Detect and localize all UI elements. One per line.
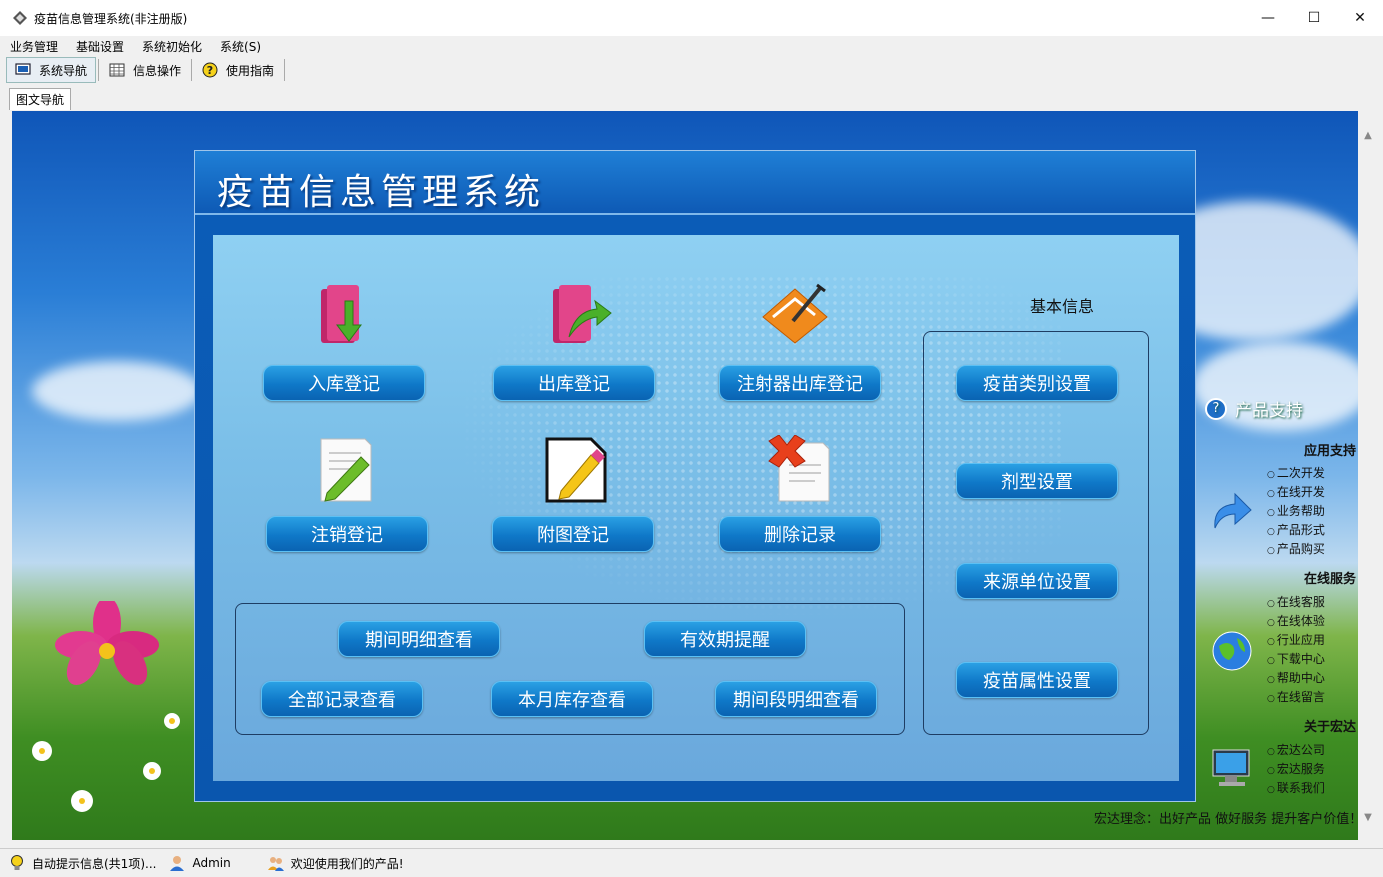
side-link[interactable]: 宏达服务 — [1267, 760, 1325, 777]
toolbar-separator — [191, 59, 193, 81]
expiry-reminder-button[interactable]: 有效期提醒 — [644, 621, 806, 657]
question-icon: ? — [1205, 397, 1227, 420]
close-button[interactable]: ✕ — [1337, 0, 1383, 36]
svg-text:?: ? — [207, 64, 213, 77]
outbound-register-button[interactable]: 出库登记 — [493, 365, 655, 401]
menu-business[interactable]: 业务管理 — [10, 38, 58, 55]
product-support-panel: ? 产品支持 应用支持 二次开发 在线开发 业务帮助 产品形式 产品购买 在线服… — [1195, 390, 1360, 830]
bulb-icon — [11, 855, 23, 870]
maximize-button[interactable]: ☐ — [1291, 0, 1337, 36]
side-link[interactable]: 行业应用 — [1267, 631, 1325, 648]
product-support-header: ? 产品支持 — [1205, 396, 1303, 421]
welcome-status: 欢迎使用我们的产品! — [267, 854, 404, 872]
vaccine-attribute-button[interactable]: 疫苗属性设置 — [956, 662, 1118, 698]
scroll-up-icon[interactable]: ▲ — [1360, 127, 1376, 143]
side-link[interactable]: 下载中心 — [1267, 650, 1325, 667]
online-service-title: 在线服务 — [1303, 572, 1356, 587]
user-guide-label: 使用指南 — [226, 63, 275, 78]
syringe-outbound-button[interactable]: 注射器出库登记 — [719, 365, 881, 401]
app-icon — [13, 11, 27, 25]
flower-decoration — [32, 601, 180, 812]
attach-image-icon — [545, 437, 607, 503]
help-icon: ? — [202, 62, 218, 78]
side-link[interactable]: 二次开发 — [1267, 464, 1325, 481]
arrow-icon — [1214, 492, 1252, 529]
menu-bar: 业务管理 基础设置 系统初始化 系统(S) — [0, 36, 1383, 56]
toolbar-separator — [98, 59, 100, 81]
user-icon — [170, 856, 185, 871]
side-link[interactable]: 在线体验 — [1267, 612, 1325, 629]
scroll-down-icon[interactable]: ▼ — [1360, 809, 1376, 825]
cloud — [32, 361, 202, 421]
product-support-title: 产品支持 — [1235, 401, 1303, 421]
vaccine-category-button[interactable]: 疫苗类别设置 — [956, 365, 1118, 401]
dosage-form-button[interactable]: 剂型设置 — [956, 463, 1118, 499]
syringe-outbound-icon — [762, 283, 828, 344]
tab-graphic-nav[interactable]: 图文导航 — [9, 88, 72, 110]
cancel-register-button[interactable]: 注销登记 — [266, 516, 428, 552]
side-link[interactable]: 在线客服 — [1267, 593, 1325, 610]
side-link[interactable]: 联系我们 — [1267, 779, 1325, 796]
basic-info-title: 基本信息 — [1029, 297, 1094, 316]
inbound-register-button[interactable]: 入库登记 — [263, 365, 425, 401]
all-records-button[interactable]: 全部记录查看 — [261, 681, 423, 717]
computer-icon — [1212, 749, 1250, 786]
delete-record-button[interactable]: 删除记录 — [719, 516, 881, 552]
people-icon — [267, 857, 284, 871]
user-status: Admin — [168, 854, 231, 872]
toolbar: 系统导航 信息操作 ? 使用指南 — [0, 56, 1383, 84]
system-nav-label: 系统导航 — [39, 63, 88, 78]
tab-row: 图文导航 — [0, 86, 1383, 110]
inbound-folder-icon — [321, 285, 362, 343]
title-bar: 疫苗信息管理系统(非注册版) — ☐ ✕ — [0, 0, 1383, 36]
window-title: 疫苗信息管理系统(非注册版) — [34, 11, 188, 26]
globe-icon — [1212, 631, 1252, 671]
system-nav-button[interactable]: 系统导航 — [6, 57, 97, 83]
menu-basic-settings[interactable]: 基础设置 — [76, 38, 124, 55]
side-link[interactable]: 在线开发 — [1267, 483, 1325, 500]
side-link[interactable]: 在线留言 — [1267, 688, 1325, 705]
info-operation-label: 信息操作 — [133, 63, 182, 78]
side-link[interactable]: 宏达公司 — [1267, 741, 1325, 758]
user-name: Admin — [192, 856, 231, 870]
side-link[interactable]: 产品形式 — [1267, 521, 1325, 538]
about-title: 关于宏达 — [1303, 720, 1356, 735]
slogan-ticker: 宏达理念：出好产品 做好服务 提升客户价值！ — [1094, 812, 1363, 827]
side-link[interactable]: 产品购买 — [1267, 540, 1325, 557]
side-link[interactable]: 业务帮助 — [1267, 502, 1325, 519]
attach-image-button[interactable]: 附图登记 — [492, 516, 654, 552]
menu-init[interactable]: 系统初始化 — [142, 38, 202, 55]
user-guide-button[interactable]: ? 使用指南 — [194, 57, 282, 83]
period-range-detail-button[interactable]: 期间段明细查看 — [715, 681, 877, 717]
monthly-stock-button[interactable]: 本月库存查看 — [491, 681, 653, 717]
panel-title: 疫苗信息管理系统 — [217, 172, 546, 213]
side-link[interactable]: 帮助中心 — [1267, 669, 1325, 686]
grid-icon — [109, 63, 125, 77]
minimize-button[interactable]: — — [1245, 0, 1291, 36]
period-detail-button[interactable]: 期间明细查看 — [338, 621, 500, 657]
info-operation-button[interactable]: 信息操作 — [101, 57, 189, 83]
delete-record-icon — [768, 435, 830, 502]
app-support-title: 应用支持 — [1303, 444, 1356, 459]
main-panel: 疫苗信息管理系统 入库登记 出库登记 注射器出库登记 注销登记 附图登记 删除记… — [194, 150, 1196, 802]
vertical-scrollbar[interactable]: ▲ ▼ — [1358, 111, 1378, 840]
auto-hint-text: 自动提示信息(共1项)... — [32, 856, 157, 871]
source-unit-button[interactable]: 来源单位设置 — [956, 563, 1118, 599]
panel-header: 疫苗信息管理系统 — [195, 151, 1195, 215]
cancel-register-icon — [320, 438, 372, 502]
panel-body: 入库登记 出库登记 注射器出库登记 注销登记 附图登记 删除记录 期间明细查看 … — [213, 235, 1179, 781]
outbound-folder-icon — [553, 285, 612, 343]
welcome-text: 欢迎使用我们的产品! — [290, 856, 404, 871]
monitor-icon — [15, 63, 31, 75]
auto-hint-status[interactable]: 自动提示信息(共1项)... — [8, 854, 156, 872]
toolbar-separator — [284, 59, 286, 81]
status-bar: 自动提示信息(共1项)... Admin 欢迎使用我们的产品! — [0, 848, 1383, 877]
menu-system[interactable]: 系统(S) — [220, 38, 261, 55]
